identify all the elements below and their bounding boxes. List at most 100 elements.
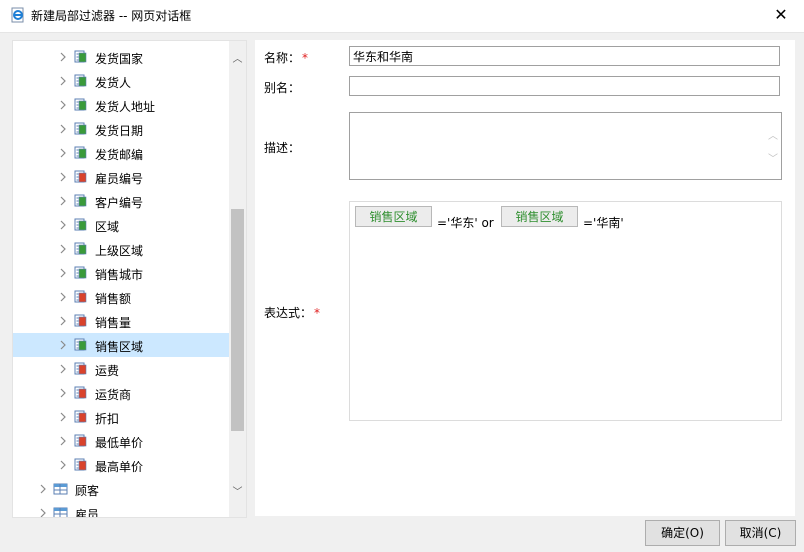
field-icon-green bbox=[74, 338, 87, 351]
tree-item[interactable]: 折扣 bbox=[13, 405, 229, 429]
field-icon-green bbox=[74, 266, 87, 279]
tree-item-label: 折扣 bbox=[95, 412, 120, 426]
field-icon-red bbox=[74, 362, 87, 375]
tree-item-label: 雇员 bbox=[75, 508, 100, 518]
tree-item[interactable]: 发货国家 bbox=[13, 45, 229, 69]
tree-item[interactable]: 销售量 bbox=[13, 309, 229, 333]
expression-editor[interactable]: 销售区域 ='华东' or 销售区域 ='华南' bbox=[349, 201, 782, 421]
chevron-right-icon[interactable] bbox=[58, 171, 68, 183]
field-icon-red bbox=[74, 434, 87, 447]
field-icon-green bbox=[74, 242, 87, 255]
chevron-right-icon[interactable] bbox=[58, 315, 68, 327]
close-button[interactable]: ✕ bbox=[758, 0, 804, 32]
chevron-right-icon[interactable] bbox=[58, 339, 68, 351]
tree-item[interactable]: 发货邮编 bbox=[13, 141, 229, 165]
tree-item-label: 运货商 bbox=[95, 388, 132, 402]
tree-item-label: 发货邮编 bbox=[95, 148, 144, 162]
chevron-right-icon[interactable] bbox=[58, 75, 68, 87]
field-icon-red bbox=[74, 386, 87, 399]
tree-item[interactable]: 上级区域 bbox=[13, 237, 229, 261]
tree-item-label: 销售额 bbox=[95, 292, 132, 306]
tree-item[interactable]: 运费 bbox=[13, 357, 229, 381]
field-icon-green bbox=[74, 98, 87, 111]
field-icon-green bbox=[74, 122, 87, 135]
field-icon-green bbox=[74, 194, 87, 207]
chevron-right-icon[interactable] bbox=[58, 459, 68, 471]
chevron-right-icon[interactable] bbox=[58, 123, 68, 135]
chevron-right-icon[interactable] bbox=[58, 51, 68, 63]
expression-text: ='华东' or bbox=[437, 216, 494, 230]
chevron-right-icon[interactable] bbox=[58, 363, 68, 375]
chevron-right-icon[interactable] bbox=[58, 291, 68, 303]
alias-input[interactable] bbox=[349, 76, 780, 96]
tree-item[interactable]: 区域 bbox=[13, 213, 229, 237]
tree-item-label: 区域 bbox=[95, 220, 120, 234]
tree-item-label: 客户编号 bbox=[95, 196, 144, 210]
field-icon-red bbox=[74, 410, 87, 423]
chevron-right-icon[interactable] bbox=[38, 507, 48, 518]
chevron-right-icon[interactable] bbox=[58, 267, 68, 279]
expression-field-chip[interactable]: 销售区域 bbox=[501, 206, 578, 227]
tree-item[interactable]: 最低单价 bbox=[13, 429, 229, 453]
tree-item[interactable]: 最高单价 bbox=[13, 453, 229, 477]
tree-item[interactable]: 销售区域 bbox=[13, 333, 229, 357]
alias-label: 别名： bbox=[264, 81, 301, 95]
tree-item-label: 发货日期 bbox=[95, 124, 144, 138]
tree-item-label: 销售城市 bbox=[95, 268, 144, 282]
name-label: 名称： * bbox=[264, 51, 309, 65]
tree-item-label: 最高单价 bbox=[95, 460, 144, 474]
expression-label: 表达式： * bbox=[264, 306, 321, 320]
field-icon-green bbox=[74, 50, 87, 63]
tree-item[interactable]: 发货日期 bbox=[13, 117, 229, 141]
tree-item-label: 运费 bbox=[95, 364, 120, 378]
close-icon: ✕ bbox=[774, 5, 788, 24]
table-icon bbox=[53, 507, 68, 517]
tree-item[interactable]: 发货人地址 bbox=[13, 93, 229, 117]
chevron-right-icon[interactable] bbox=[58, 435, 68, 447]
field-icon-green bbox=[74, 218, 87, 231]
chevron-right-icon[interactable] bbox=[58, 243, 68, 255]
tree-item-label: 上级区域 bbox=[95, 244, 144, 258]
scroll-thumb[interactable] bbox=[231, 209, 244, 431]
chevron-right-icon[interactable] bbox=[58, 219, 68, 231]
scroll-down-icon[interactable]: ﹀ bbox=[229, 484, 246, 502]
window-title: 新建局部过滤器 -- 网页对话框 bbox=[31, 9, 192, 23]
chevron-right-icon[interactable] bbox=[58, 387, 68, 399]
scroll-up-icon[interactable]: ︿ bbox=[229, 51, 246, 69]
tree-item[interactable]: 雇员编号 bbox=[13, 165, 229, 189]
chevron-right-icon[interactable] bbox=[38, 483, 48, 495]
tree-item[interactable]: 发货人 bbox=[13, 69, 229, 93]
name-input[interactable]: 华东和华南 bbox=[349, 46, 780, 66]
title-bar: 新建局部过滤器 -- 网页对话框 ✕ bbox=[0, 0, 804, 33]
ie-page-icon bbox=[11, 7, 24, 23]
tree-item-label: 销售区域 bbox=[95, 340, 144, 354]
description-textarea[interactable]: ︿ ﹀ bbox=[349, 112, 782, 180]
tree-item-label: 顾客 bbox=[75, 484, 100, 498]
field-icon-red bbox=[74, 290, 87, 303]
tree-item[interactable]: 客户编号 bbox=[13, 189, 229, 213]
tree-item[interactable]: 销售城市 bbox=[13, 261, 229, 285]
expression-field-chip[interactable]: 销售区域 bbox=[355, 206, 432, 227]
tree-item-label: 销售量 bbox=[95, 316, 132, 330]
chevron-right-icon[interactable] bbox=[58, 195, 68, 207]
tree-scrollbar[interactable]: ︿ ﹀ bbox=[229, 41, 246, 517]
tree-item-label: 最低单价 bbox=[95, 436, 144, 450]
tree-item[interactable]: 顾客 bbox=[13, 477, 229, 501]
field-icon-green bbox=[74, 146, 87, 159]
textarea-scroll-down-icon[interactable]: ﹀ bbox=[767, 150, 779, 165]
tree-item-label: 雇员编号 bbox=[95, 172, 144, 186]
field-icon-red bbox=[74, 170, 87, 183]
chevron-right-icon[interactable] bbox=[58, 411, 68, 423]
tree-item[interactable]: 销售额 bbox=[13, 285, 229, 309]
cancel-button[interactable]: 取消(C) bbox=[725, 520, 796, 546]
table-icon bbox=[53, 483, 68, 495]
chevron-right-icon[interactable] bbox=[58, 99, 68, 111]
tree-item[interactable]: 运货商 bbox=[13, 381, 229, 405]
tree-item[interactable]: 雇员 bbox=[13, 501, 229, 518]
textarea-scroll-up-icon[interactable]: ︿ bbox=[767, 127, 779, 142]
chevron-right-icon[interactable] bbox=[58, 147, 68, 159]
description-label: 描述： bbox=[264, 141, 301, 155]
ok-button[interactable]: 确定(O) bbox=[645, 520, 720, 546]
expression-text: ='华南' bbox=[583, 216, 624, 230]
field-icon-red bbox=[74, 314, 87, 327]
